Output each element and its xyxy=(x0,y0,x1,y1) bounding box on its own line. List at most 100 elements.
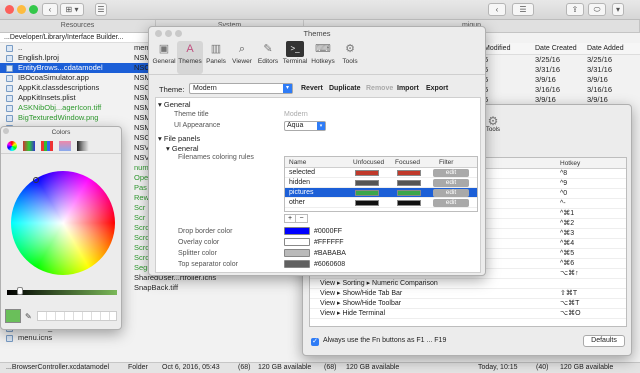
crayons-mode-icon[interactable] xyxy=(77,141,89,151)
path-bar[interactable]: ...Developer/Library/Interface Builder..… xyxy=(0,33,156,43)
unfocused-color-swatch[interactable] xyxy=(355,200,379,206)
col-unfocused[interactable]: Unfocused xyxy=(353,157,384,168)
minimize-button[interactable] xyxy=(17,5,26,14)
current-color-swatch[interactable] xyxy=(5,309,21,323)
list-view-button-right[interactable]: ☰ xyxy=(512,3,534,16)
table-row[interactable]: 6 3/16/16 3/16/16 xyxy=(480,85,640,95)
tab-hotkeys[interactable]: ⌨ Hotkeys xyxy=(309,41,337,74)
tools-toolbar-item[interactable]: ⚙ Tools xyxy=(483,115,503,133)
edit-filter-button[interactable]: edit xyxy=(433,179,469,187)
section-general[interactable]: ▾ General xyxy=(158,100,191,109)
focused-color-swatch[interactable] xyxy=(397,180,421,186)
file-list-item[interactable]: SnapBack.tiff xyxy=(130,283,305,293)
table-row[interactable]: 6 3/25/16 3/25/16 xyxy=(480,55,640,65)
edit-filter-button[interactable]: edit xyxy=(433,169,469,177)
menu-hotkey-row[interactable]: View ▸ Hide Terminal ⌥⌘O xyxy=(310,309,626,319)
export-button[interactable]: Export xyxy=(426,85,448,92)
zoom-button[interactable] xyxy=(175,30,182,37)
top-separator-swatch[interactable] xyxy=(284,260,310,268)
hotkey-value: ^⌘1 xyxy=(560,210,575,217)
color-wheel[interactable] xyxy=(11,171,115,275)
tab-panels[interactable]: ▥ Panels xyxy=(203,41,229,74)
menu-hotkey-row[interactable]: View ▸ Show/Hide Toolbar ⌥⌘T xyxy=(310,299,626,309)
tab-panels-label: Panels xyxy=(206,58,226,65)
menu-hotkey-row[interactable]: View ▸ Sorting ▸ Numeric Comparison xyxy=(310,279,626,289)
section-file-panels[interactable]: ▾ File panels xyxy=(158,134,200,143)
splitter-value: #BABABA xyxy=(314,250,346,257)
image-palette-mode-icon[interactable] xyxy=(59,141,71,151)
focused-color-swatch[interactable] xyxy=(397,170,421,176)
close-button[interactable] xyxy=(3,128,9,134)
dropdown-button[interactable]: ▾ xyxy=(612,3,624,16)
unfocused-color-swatch[interactable] xyxy=(355,190,379,196)
color-wheel-cursor[interactable] xyxy=(33,177,39,183)
defaults-button[interactable]: Defaults xyxy=(583,335,625,347)
theme-select[interactable]: Modern ▾ xyxy=(189,83,293,94)
coloring-rule-row[interactable]: selected edit xyxy=(285,168,477,178)
sliders-mode-icon[interactable] xyxy=(23,141,35,151)
view-mode-button[interactable]: ⊞ ▾ xyxy=(60,3,84,16)
share-button[interactable]: ⇪ xyxy=(566,3,584,16)
col-name[interactable]: Name xyxy=(289,157,306,168)
hotkey-column-header[interactable]: Hotkey xyxy=(560,158,580,169)
close-button[interactable] xyxy=(5,5,14,14)
section-general-2[interactable]: ▾ General xyxy=(166,144,199,153)
coloring-rule-row[interactable]: hidden edit xyxy=(285,178,477,188)
remove-rule-button[interactable]: − xyxy=(296,215,307,222)
close-button[interactable] xyxy=(155,30,162,37)
menu-hotkey-row[interactable]: View ▸ Show/Hide Tab Bar ⇧⌘T xyxy=(310,289,626,299)
revert-button[interactable]: Revert xyxy=(301,85,323,92)
header-date-added[interactable]: Date Added xyxy=(587,45,624,52)
themes-icon: A xyxy=(186,43,194,55)
file-list-item[interactable]: menu.icns xyxy=(0,333,156,343)
col-filter[interactable]: Filter xyxy=(439,157,453,168)
duplicate-button[interactable]: Duplicate xyxy=(329,85,361,92)
tab-editors[interactable]: ✎ Editors xyxy=(255,41,281,74)
tab-resources[interactable]: Resources xyxy=(0,20,156,33)
unfocused-color-swatch[interactable] xyxy=(355,180,379,186)
col-focused[interactable]: Focused xyxy=(395,157,420,168)
drop-border-swatch[interactable] xyxy=(284,227,310,235)
tab-terminal[interactable]: >_ Terminal xyxy=(281,41,309,74)
header-date-created[interactable]: Date Created xyxy=(535,45,577,52)
brightness-slider-thumb[interactable] xyxy=(17,287,23,295)
tab-hotkeys-label: Hotkeys xyxy=(311,58,335,65)
edit-filter-button[interactable]: edit xyxy=(433,189,469,197)
list-view-button[interactable]: ☰ xyxy=(95,3,107,16)
tag-button[interactable]: ⬭ xyxy=(588,3,606,16)
header-modified[interactable]: Modified xyxy=(484,45,510,52)
minimize-button[interactable] xyxy=(165,30,172,37)
top-separator-label: Top separator color xyxy=(178,261,238,268)
status-free: 120 GB available xyxy=(258,364,312,371)
overlay-swatch[interactable] xyxy=(284,238,310,246)
back-button[interactable]: ‹ xyxy=(42,3,58,16)
color-wheel-mode-icon[interactable] xyxy=(7,141,17,151)
unfocused-color-swatch[interactable] xyxy=(355,170,379,176)
import-button[interactable]: Import xyxy=(397,85,419,92)
edit-filter-button[interactable]: edit xyxy=(433,199,469,207)
focused-color-swatch[interactable] xyxy=(397,200,421,206)
table-row[interactable]: 6 3/9/16 3/9/16 xyxy=(480,75,640,85)
focused-color-swatch[interactable] xyxy=(397,190,421,196)
ui-appearance-select[interactable]: Aqua ▾ xyxy=(284,121,326,131)
eyedropper-icon[interactable]: ✎ xyxy=(25,312,32,321)
coloring-rule-row[interactable]: other edit xyxy=(285,198,477,208)
palette-mode-icon[interactable] xyxy=(41,141,53,151)
add-rule-button[interactable]: + xyxy=(285,215,297,222)
fn-checkbox[interactable]: ✓ xyxy=(311,338,319,346)
tab-general[interactable]: ▣ General xyxy=(151,41,177,74)
file-icon xyxy=(6,75,13,82)
zoom-button[interactable] xyxy=(29,5,38,14)
tab-tools[interactable]: ⚙ Tools xyxy=(337,41,363,74)
tab-viewer[interactable]: ⌕ Viewer xyxy=(229,41,255,74)
menu-path: View ▸ Hide Terminal xyxy=(320,310,386,317)
coloring-rule-row[interactable]: pictures edit xyxy=(285,188,477,198)
coloring-rules-table: Name Unfocused Focused Filter selected ed… xyxy=(284,156,478,212)
splitter-swatch[interactable] xyxy=(284,249,310,257)
tab-themes[interactable]: A Themes xyxy=(177,41,203,74)
color-swatches-row[interactable] xyxy=(37,311,117,321)
brightness-slider[interactable] xyxy=(7,290,117,295)
back-button-right[interactable]: ‹ xyxy=(488,3,506,16)
remove-button[interactable]: Remove xyxy=(366,85,393,92)
table-row[interactable]: 6 3/31/16 3/31/16 xyxy=(480,65,640,75)
